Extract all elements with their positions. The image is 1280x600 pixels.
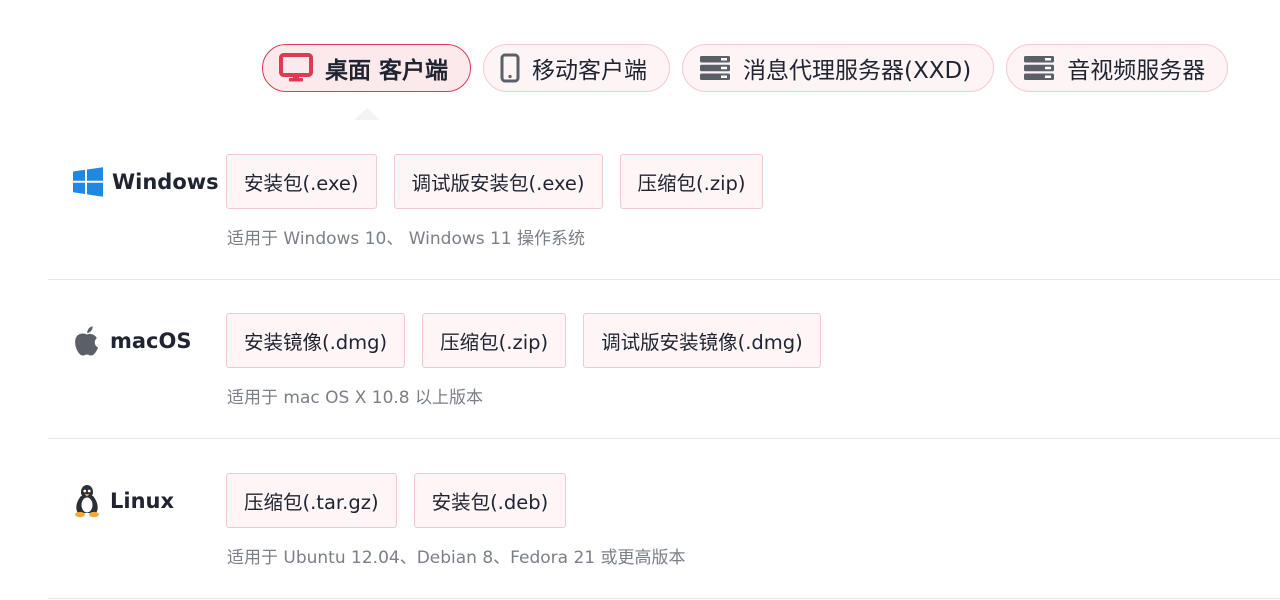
platform-name: macOS	[110, 329, 192, 353]
apple-logo-icon	[72, 325, 102, 357]
download-linux-tar-gz-button[interactable]: 压缩包(.tar.gz)	[226, 473, 397, 528]
tab-label: 桌面 客户端	[325, 58, 449, 84]
tab-label: 音视频服务器	[1067, 58, 1206, 84]
platform-label-macos: macOS	[72, 321, 191, 361]
platform-label-linux: Linux	[72, 481, 174, 521]
windows-logo-icon	[72, 167, 104, 197]
download-buttons: 安装镜像(.dmg) 压缩包(.zip) 调试版安装镜像(.dmg)	[226, 313, 821, 368]
download-macos-zip-button[interactable]: 压缩包(.zip)	[422, 313, 567, 368]
download-windows-zip-button[interactable]: 压缩包(.zip)	[619, 154, 764, 209]
platform-label-windows: Windows	[72, 162, 219, 202]
platform-row-macos: macOS 安装镜像(.dmg) 压缩包(.zip) 调试版安装镜像(.dmg)…	[48, 279, 1280, 439]
client-type-tabs: 桌面 客户端 移动客户端 消息代理服务器(XXD) 音视频服务器	[262, 44, 1229, 92]
compatibility-note: 适用于 mac OS X 10.8 以上版本	[227, 388, 484, 408]
linux-tux-icon	[72, 484, 102, 518]
download-buttons: 安装包(.exe) 调试版安装包(.exe) 压缩包(.zip)	[226, 154, 764, 209]
platform-name: Linux	[110, 489, 175, 513]
download-page: 桌面 客户端 移动客户端 消息代理服务器(XXD) 音视频服务器 Windows…	[0, 0, 1280, 600]
download-buttons: 压缩包(.tar.gz) 安装包(.deb)	[226, 473, 567, 528]
server-icon	[1023, 55, 1055, 81]
download-windows-exe-button[interactable]: 安装包(.exe)	[226, 154, 377, 209]
tab-av-server[interactable]: 音视频服务器	[1006, 44, 1229, 92]
compatibility-note: 适用于 Windows 10、 Windows 11 操作系统	[227, 229, 586, 249]
desktop-monitor-icon	[279, 53, 313, 83]
tab-label: 消息代理服务器(XXD)	[743, 58, 972, 84]
server-icon	[699, 55, 731, 81]
tab-mobile-client[interactable]: 移动客户端	[483, 44, 671, 92]
download-macos-dmg-button[interactable]: 安装镜像(.dmg)	[226, 313, 406, 368]
active-tab-pointer	[354, 108, 380, 120]
platform-name: Windows	[112, 170, 219, 194]
download-windows-debug-exe-button[interactable]: 调试版安装包(.exe)	[393, 154, 603, 209]
download-macos-debug-dmg-button[interactable]: 调试版安装镜像(.dmg)	[583, 313, 821, 368]
mobile-phone-icon	[500, 53, 520, 83]
platform-row-linux: Linux 压缩包(.tar.gz) 安装包(.deb) 适用于 Ubuntu …	[48, 439, 1280, 599]
platform-row-windows: Windows 安装包(.exe) 调试版安装包(.exe) 压缩包(.zip)…	[48, 120, 1280, 280]
tab-message-broker-server[interactable]: 消息代理服务器(XXD)	[682, 44, 995, 92]
compatibility-note: 适用于 Ubuntu 12.04、Debian 8、Fedora 21 或更高版…	[227, 548, 686, 568]
tab-label: 移动客户端	[532, 58, 648, 84]
download-linux-deb-button[interactable]: 安装包(.deb)	[413, 473, 567, 528]
tab-desktop-client[interactable]: 桌面 客户端	[262, 44, 472, 92]
